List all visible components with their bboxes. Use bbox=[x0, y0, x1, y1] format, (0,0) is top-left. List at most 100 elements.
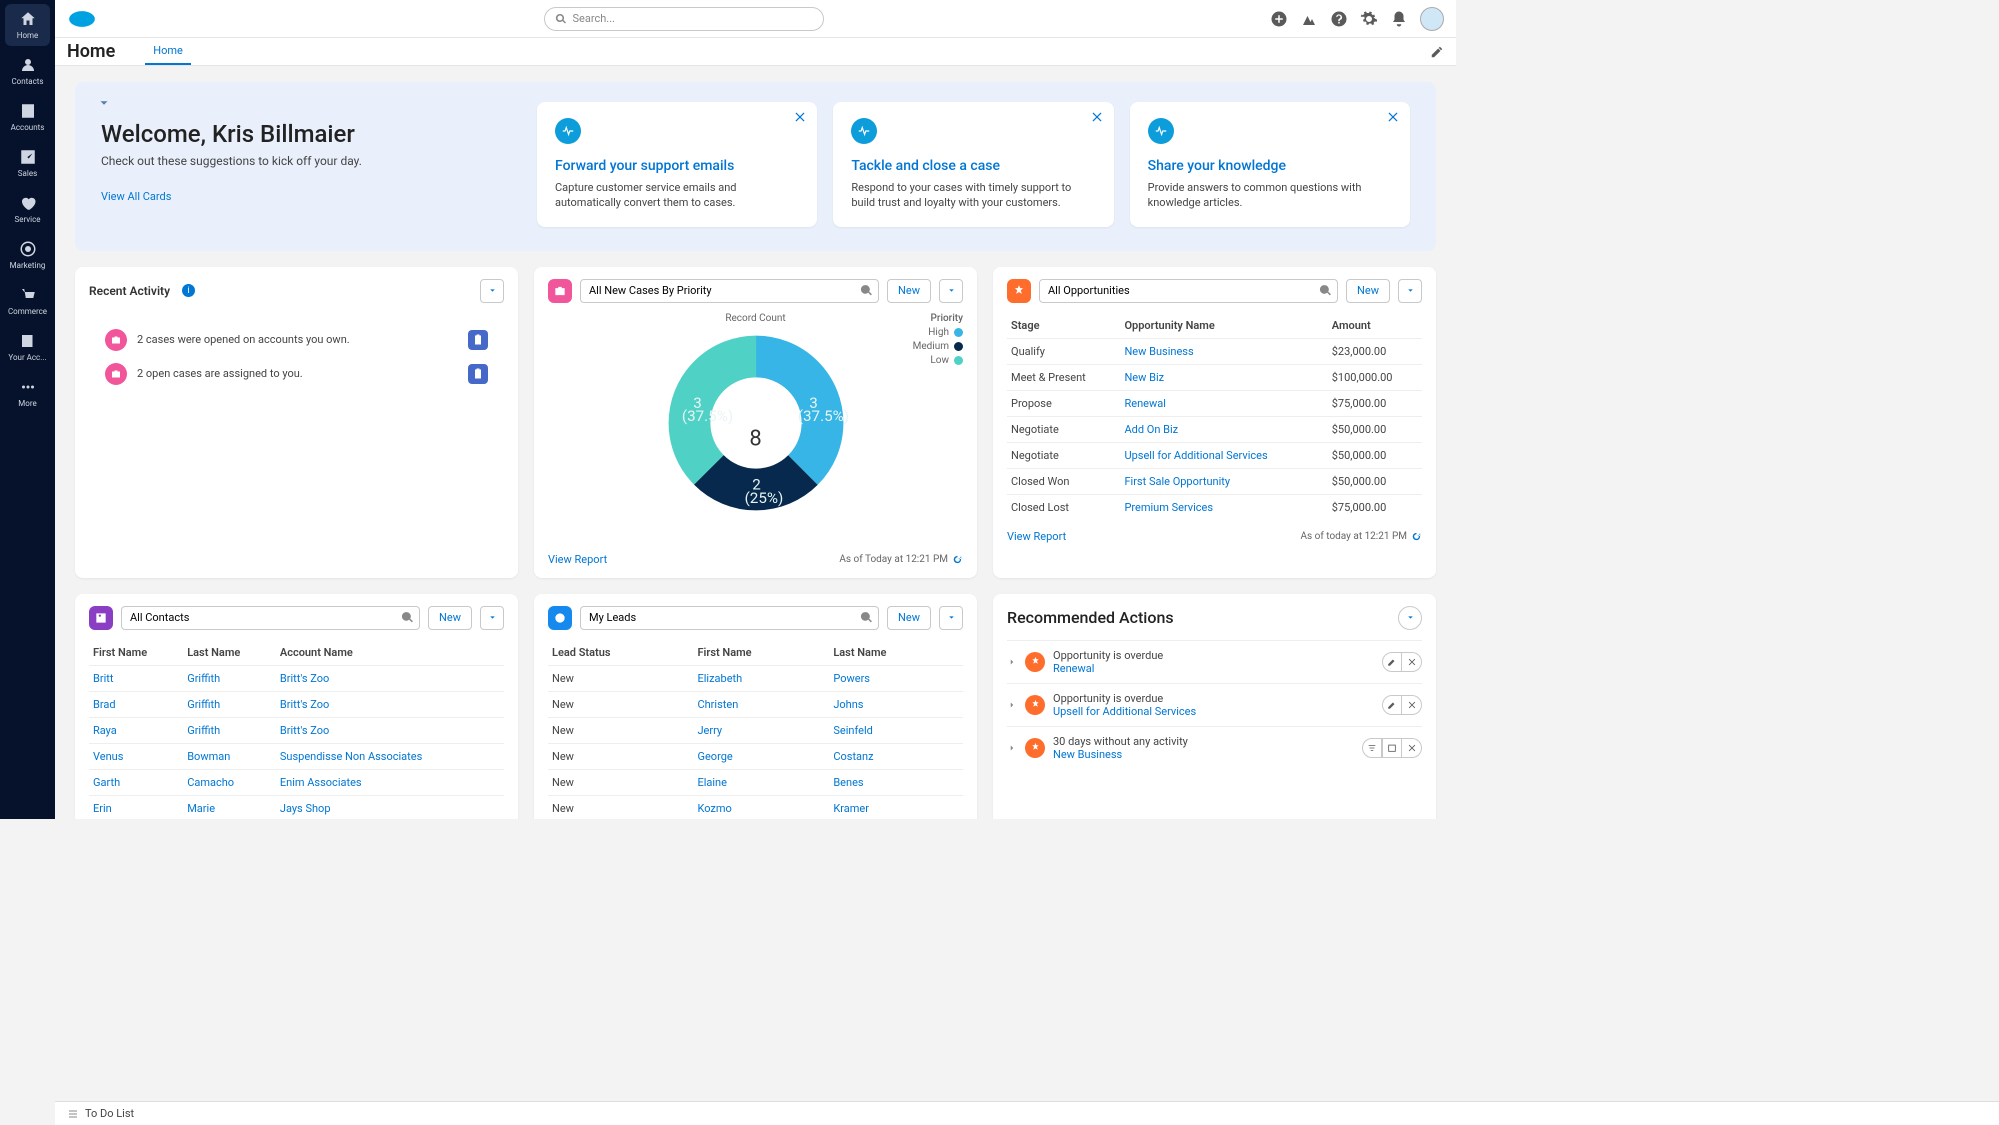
dismiss-action-button[interactable] bbox=[1402, 738, 1422, 758]
table-row[interactable]: GarthCamachoEnim Associates bbox=[89, 769, 504, 795]
opps-filter-input[interactable] bbox=[1039, 279, 1338, 303]
table-row[interactable]: RayaGriffithBritt's Zoo bbox=[89, 717, 504, 743]
todo-bar[interactable]: To Do List bbox=[55, 1101, 1999, 1125]
sidebar-item-commerce[interactable]: Commerce bbox=[5, 280, 50, 322]
tab-home[interactable]: Home bbox=[145, 38, 191, 65]
caret-down-icon bbox=[947, 613, 956, 622]
sidebar: Home Contacts Accounts Sales Service Mar… bbox=[0, 0, 55, 819]
suggestion-card: Tackle and close a case Respond to your … bbox=[833, 102, 1113, 227]
timestamp-text: As of today at 12:21 PM bbox=[1300, 531, 1407, 542]
setup-icon[interactable] bbox=[1360, 10, 1378, 28]
info-icon[interactable]: i bbox=[182, 284, 195, 297]
notifications-icon[interactable] bbox=[1390, 10, 1408, 28]
table-row[interactable]: Meet & PresentNew Biz$100,000.00 bbox=[1007, 364, 1422, 390]
table-row[interactable]: QualifyNew Business$23,000.00 bbox=[1007, 338, 1422, 364]
card-menu-button[interactable] bbox=[1398, 279, 1422, 303]
edit-action-button[interactable] bbox=[1382, 652, 1402, 672]
todo-label: To Do List bbox=[85, 1107, 134, 1120]
case-badge-icon bbox=[548, 279, 572, 303]
opportunity-icon bbox=[1025, 695, 1045, 715]
sidebar-item-more[interactable]: More bbox=[5, 372, 50, 414]
pulse-icon bbox=[851, 118, 877, 144]
table-row[interactable]: ErinMarieJays Shop bbox=[89, 795, 504, 819]
table-row[interactable]: NegotiateAdd On Biz$50,000.00 bbox=[1007, 416, 1422, 442]
card-menu-button[interactable] bbox=[480, 606, 504, 630]
table-row[interactable]: NewJerrySeinfeld bbox=[548, 717, 963, 743]
suggestion-title[interactable]: Tackle and close a case bbox=[851, 158, 1095, 174]
sidebar-item-your-account[interactable]: Your Acc... bbox=[5, 326, 50, 368]
report-icon[interactable] bbox=[468, 364, 488, 384]
card-menu-button[interactable] bbox=[939, 606, 963, 630]
leads-table: Lead StatusFirst NameLast Name NewElizab… bbox=[548, 640, 963, 819]
report-icon[interactable] bbox=[468, 330, 488, 350]
card-menu-button[interactable] bbox=[1398, 606, 1422, 630]
refresh-icon[interactable] bbox=[1411, 531, 1422, 542]
sidebar-item-home[interactable]: Home bbox=[5, 4, 50, 46]
refresh-icon[interactable] bbox=[952, 554, 963, 565]
contacts-icon bbox=[19, 56, 37, 74]
seg-pct: (37.5%) bbox=[797, 407, 848, 425]
edit-action-button[interactable] bbox=[1382, 695, 1402, 715]
card-menu-button[interactable] bbox=[939, 279, 963, 303]
calendar-action-button[interactable] bbox=[1382, 738, 1402, 758]
opportunity-badge-icon bbox=[1007, 279, 1031, 303]
welcome-subtitle: Check out these suggestions to kick off … bbox=[101, 154, 521, 168]
edit-page-icon[interactable] bbox=[1430, 45, 1444, 59]
opportunity-icon bbox=[1025, 652, 1045, 672]
chevron-right-icon[interactable] bbox=[1007, 657, 1017, 667]
new-opp-button[interactable]: New bbox=[1346, 279, 1390, 303]
chevron-down-icon[interactable] bbox=[97, 96, 111, 110]
help-icon[interactable] bbox=[1330, 10, 1348, 28]
cases-filter-input[interactable] bbox=[580, 279, 879, 303]
opportunities-table: StageOpportunity NameAmount QualifyNew B… bbox=[1007, 313, 1422, 520]
table-row[interactable]: VenusBowmanSuspendisse Non Associates bbox=[89, 743, 504, 769]
leads-filter-input[interactable] bbox=[580, 606, 879, 630]
suggestion-desc: Respond to your cases with timely suppor… bbox=[851, 180, 1095, 211]
pulse-icon bbox=[1148, 118, 1174, 144]
sidebar-item-accounts[interactable]: Accounts bbox=[5, 96, 50, 138]
close-icon[interactable] bbox=[793, 110, 807, 124]
dismiss-action-button[interactable] bbox=[1402, 652, 1422, 672]
card-menu-button[interactable] bbox=[480, 279, 504, 303]
table-row[interactable]: NewGeorgeCostanz bbox=[548, 743, 963, 769]
global-search[interactable]: Search... bbox=[544, 7, 824, 31]
recent-activity-card: Recent Activity i 2 cases were opened on… bbox=[75, 267, 518, 578]
table-row[interactable]: NewChristenJohns bbox=[548, 691, 963, 717]
table-row[interactable]: NewKozmoKramer bbox=[548, 795, 963, 819]
sidebar-item-service[interactable]: Service bbox=[5, 188, 50, 230]
view-report-link[interactable]: View Report bbox=[548, 553, 607, 566]
view-report-link[interactable]: View Report bbox=[1007, 530, 1066, 543]
close-icon[interactable] bbox=[1090, 110, 1104, 124]
suggestion-title[interactable]: Forward your support emails bbox=[555, 158, 799, 174]
chevron-right-icon[interactable] bbox=[1007, 700, 1017, 710]
contacts-filter-input[interactable] bbox=[121, 606, 420, 630]
opportunities-card: New StageOpportunity NameAmount QualifyN… bbox=[993, 267, 1436, 578]
view-all-cards-link[interactable]: View All Cards bbox=[101, 190, 171, 203]
table-row[interactable]: BradGriffithBritt's Zoo bbox=[89, 691, 504, 717]
table-row[interactable]: Closed LostPremium Services$75,000.00 bbox=[1007, 494, 1422, 520]
suggestion-card: Forward your support emails Capture cust… bbox=[537, 102, 817, 227]
close-icon[interactable] bbox=[1386, 110, 1400, 124]
sidebar-item-contacts[interactable]: Contacts bbox=[5, 50, 50, 92]
new-lead-button[interactable]: New bbox=[887, 606, 931, 630]
filter-action-button[interactable] bbox=[1362, 738, 1382, 758]
trailhead-icon[interactable] bbox=[1300, 10, 1318, 28]
new-contact-button[interactable]: New bbox=[428, 606, 472, 630]
add-icon[interactable] bbox=[1270, 10, 1288, 28]
new-case-button[interactable]: New bbox=[887, 279, 931, 303]
sidebar-item-marketing[interactable]: Marketing bbox=[5, 234, 50, 276]
suggestion-title[interactable]: Share your knowledge bbox=[1148, 158, 1392, 174]
tabbar: Home Home bbox=[55, 38, 1456, 66]
case-icon bbox=[105, 329, 127, 351]
table-row[interactable]: NegotiateUpsell for Additional Services$… bbox=[1007, 442, 1422, 468]
sidebar-item-sales[interactable]: Sales bbox=[5, 142, 50, 184]
table-row[interactable]: ProposeRenewal$75,000.00 bbox=[1007, 390, 1422, 416]
search-placeholder: Search... bbox=[573, 12, 616, 25]
chevron-right-icon[interactable] bbox=[1007, 743, 1017, 753]
table-row[interactable]: NewElizabethPowers bbox=[548, 665, 963, 691]
dismiss-action-button[interactable] bbox=[1402, 695, 1422, 715]
table-row[interactable]: Closed WonFirst Sale Opportunity$50,000.… bbox=[1007, 468, 1422, 494]
user-avatar[interactable] bbox=[1420, 7, 1444, 31]
table-row[interactable]: BrittGriffithBritt's Zoo bbox=[89, 665, 504, 691]
table-row[interactable]: NewElaineBenes bbox=[548, 769, 963, 795]
